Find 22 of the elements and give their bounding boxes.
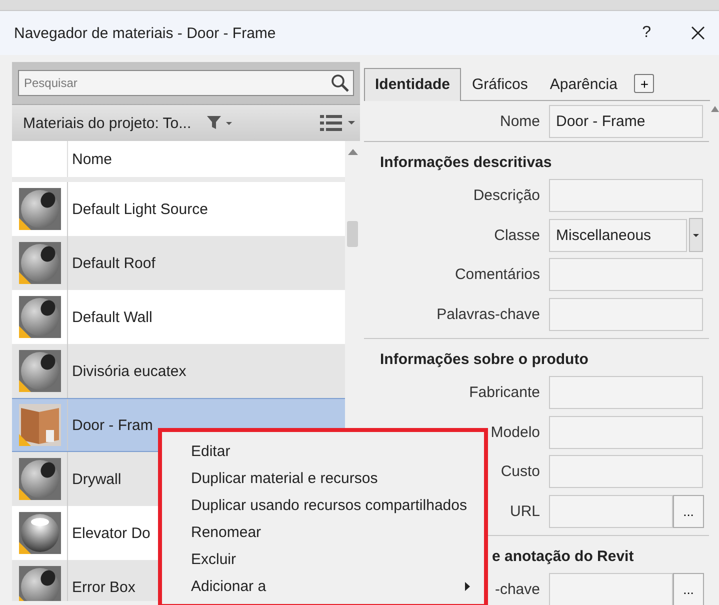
field-label: Palavras-chave — [436, 306, 540, 323]
field-label: Modelo — [490, 424, 540, 441]
material-name: Default Light Source — [71, 200, 208, 218]
window-title: Navegador de materiais - Door - Frame — [14, 24, 277, 42]
material-name: Divisória eucatex — [71, 362, 186, 380]
section-title: Informações descritivas — [380, 154, 552, 171]
field-label: Nome — [500, 112, 540, 130]
section-title: e anotação do Revit — [492, 548, 634, 565]
material-name: Door - Fram — [71, 416, 153, 434]
field-label: -chave — [494, 581, 540, 598]
field-label: Custo — [500, 463, 540, 480]
field-label: Classe — [494, 226, 540, 244]
field-label: Comentários — [454, 266, 540, 284]
material-name: Elevator Do — [71, 524, 150, 542]
material-name: Default Wall — [71, 308, 152, 326]
field-label: URL — [510, 502, 540, 520]
field-label: Descrição — [473, 187, 540, 204]
field-label: Fabricante — [469, 384, 540, 402]
section-title: Informações sobre o produto — [380, 351, 588, 368]
material-name: Default Roof — [71, 254, 156, 272]
material-name: Drywall — [71, 470, 122, 488]
material-name: Error Box — [71, 578, 136, 596]
